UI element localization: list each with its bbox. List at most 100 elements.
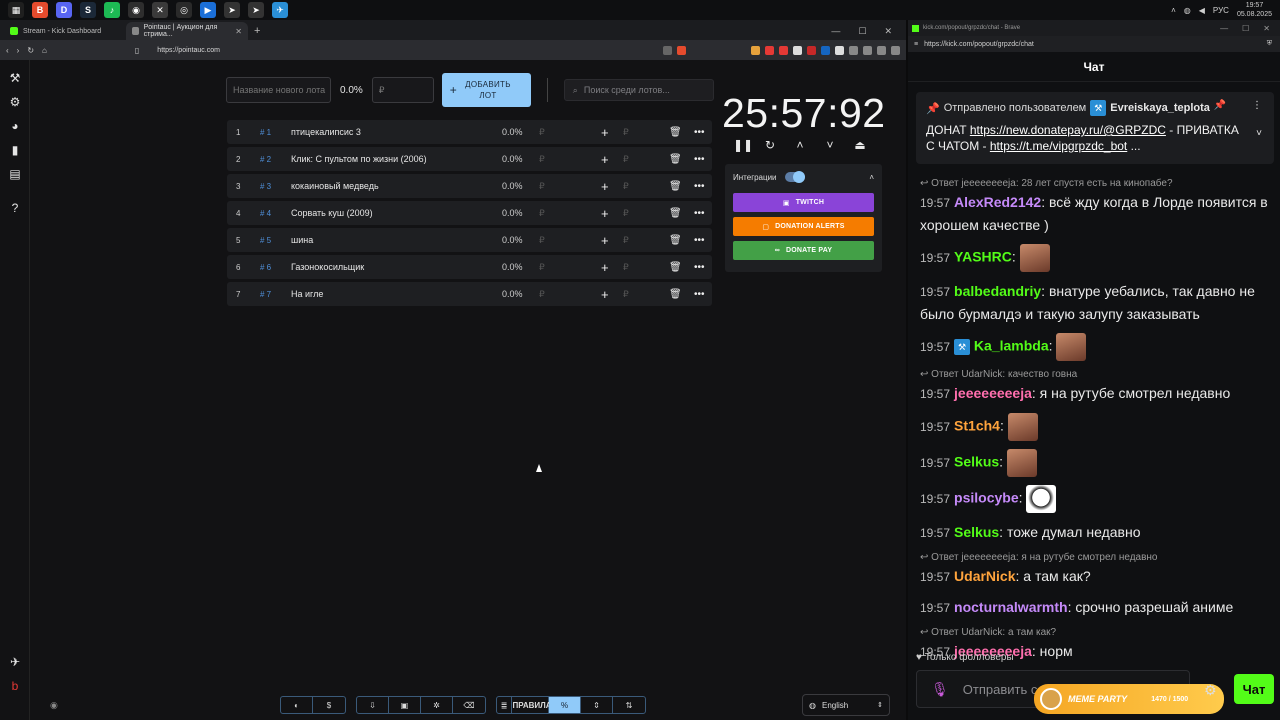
chat-settings-gear-icon[interactable]: ⚙ — [1204, 682, 1217, 699]
lot-id[interactable]: # 7 — [260, 290, 271, 299]
lot-add-amount[interactable]: ₽ — [623, 235, 629, 246]
app4-icon[interactable]: ➤ — [248, 2, 264, 18]
extension-icon[interactable] — [751, 45, 760, 55]
integrations-toggle[interactable] — [784, 171, 805, 183]
add-amount-icon[interactable]: + — [601, 260, 609, 275]
lot-row[interactable]: 1 # 1 птицекалипсис 3 0.0% ₽ + ₽ 🗑 ••• — [227, 120, 712, 144]
delete-icon[interactable]: 🗑 — [669, 154, 682, 165]
clear-icon[interactable]: ⌫ — [453, 697, 485, 713]
close-window-icon[interactable]: ✕ — [1263, 24, 1270, 33]
brave-icon[interactable]: B — [32, 2, 48, 18]
lot-row[interactable]: 3 # 3 кокаиновый медведь 0.0% ₽ + ₽ 🗑 ••… — [227, 174, 712, 198]
chevron-up-icon[interactable]: ˄ — [1171, 6, 1176, 15]
username[interactable]: YASHRC — [954, 249, 1012, 265]
chat-message[interactable]: 19:57 ⚒ Ka_lambda: — [920, 333, 1270, 361]
double-chevron-up-icon[interactable]: ⏏ — [853, 138, 867, 152]
extension-icon[interactable] — [835, 45, 844, 55]
maximize-icon[interactable]: ☐ — [1242, 24, 1249, 33]
pinned-by-user[interactable]: Evreiskaya_teplota — [1110, 102, 1210, 114]
username[interactable]: Ka_lambda — [974, 338, 1049, 354]
lot-id[interactable]: # 3 — [260, 182, 271, 191]
reset-icon[interactable]: ↻ — [763, 138, 777, 152]
more-vertical-icon[interactable]: ⋮ — [1252, 100, 1262, 111]
compact-view-icon[interactable]: ⇕ — [581, 697, 613, 713]
telegram-link[interactable]: https://t.me/vipgrpzdc_bot — [990, 139, 1127, 153]
twitch-button[interactable]: ▣ TWITCH — [733, 193, 874, 212]
app3-icon[interactable]: ➤ — [224, 2, 240, 18]
chevron-down-icon[interactable]: ˅ — [1256, 128, 1262, 139]
username[interactable]: St1ch4 — [954, 418, 1000, 434]
lot-row[interactable]: 5 # 5 шина 0.0% ₽ + ₽ 🗑 ••• — [227, 228, 712, 252]
close-tab-icon[interactable]: ✕ — [235, 27, 242, 36]
donate-pay-button[interactable]: ∞ DONATE PAY — [733, 241, 874, 260]
username[interactable]: jeeeeeeeeja — [954, 385, 1032, 401]
lot-amount[interactable]: ₽ — [539, 127, 545, 138]
site-info-icon[interactable]: ≡ — [914, 41, 918, 48]
lot-id[interactable]: # 2 — [260, 155, 271, 164]
lot-amount[interactable]: ₽ — [539, 208, 545, 219]
chat-message[interactable]: 19:57 St1ch4: — [920, 413, 1270, 441]
more-icon[interactable]: ••• — [694, 208, 705, 219]
new-tab-icon[interactable]: + — [254, 22, 260, 40]
delete-icon[interactable]: 🗑 — [669, 181, 682, 192]
telegram-icon[interactable]: ✈ — [272, 2, 288, 18]
app-icon[interactable]: ✕ — [152, 2, 168, 18]
wheel-icon[interactable]: ◕ — [7, 118, 23, 134]
delete-icon[interactable]: 🗑 — [669, 235, 682, 246]
username[interactable]: nocturnalwarmth — [954, 599, 1068, 615]
delete-icon[interactable]: 🗑 — [669, 262, 682, 273]
chat-message[interactable]: 19:57 Selkus: тоже думал недавно — [920, 521, 1270, 544]
username[interactable]: psilocybe — [954, 490, 1019, 506]
tab-kick-dashboard[interactable]: Stream - Kick Dashboard — [4, 22, 126, 40]
chat-message[interactable]: 19:57 YASHRC: — [920, 244, 1270, 272]
new-lot-amount-input[interactable] — [371, 77, 434, 103]
extension-icon[interactable] — [779, 45, 788, 55]
send-chat-button[interactable]: Чат — [1234, 674, 1274, 704]
lot-id[interactable]: # 6 — [260, 263, 271, 272]
brave-shields-icon[interactable] — [677, 45, 686, 55]
lot-name[interactable]: Сорвать куш (2009) — [291, 208, 373, 218]
obs-icon[interactable]: ◉ — [128, 2, 144, 18]
pause-icon[interactable]: ❚❚ — [733, 138, 753, 152]
meme-party-widget[interactable]: MEME PARTY 1470 / 1500 — [1034, 684, 1224, 714]
bookmark-icon[interactable]: ▯ — [135, 46, 139, 55]
telegram-icon[interactable]: ✈ — [7, 654, 23, 670]
share-icon[interactable] — [663, 45, 672, 55]
username[interactable]: AlexRed2142 — [954, 194, 1041, 210]
lot-add-amount[interactable]: ₽ — [623, 208, 629, 219]
lot-name[interactable]: Клик: С пультом по жизни (2006) — [291, 154, 427, 164]
lot-name[interactable]: птицекалипсис 3 — [291, 127, 361, 137]
minimize-icon[interactable]: — — [1220, 24, 1228, 33]
github-icon[interactable]: ◐ — [281, 697, 313, 713]
lot-id[interactable]: # 5 — [260, 236, 271, 245]
lot-amount[interactable]: ₽ — [539, 154, 545, 165]
chrome-icon[interactable]: ◎ — [176, 2, 192, 18]
add-amount-icon[interactable]: + — [601, 152, 609, 167]
lot-name[interactable]: На игле — [291, 289, 323, 299]
url-text[interactable]: https://pointauc.com — [157, 47, 220, 54]
windows-start-icon[interactable]: ▦ — [8, 2, 24, 18]
percent-toggle-button[interactable]: % — [549, 697, 581, 713]
bug-icon[interactable]: ✲ — [421, 697, 453, 713]
lot-amount[interactable]: ₽ — [539, 289, 545, 300]
more-icon[interactable]: ••• — [694, 235, 705, 246]
microphone-icon[interactable]: 🎙 — [931, 681, 949, 698]
lot-row[interactable]: 6 # 6 Газонокосильщик 0.0% ₽ + ₽ 🗑 ••• — [227, 255, 712, 279]
lot-amount[interactable]: ₽ — [539, 235, 545, 246]
network-icon[interactable]: ◍ — [1184, 6, 1191, 15]
chat-message[interactable]: ↩ Ответ jeeeeeeeeja: я на рутубе смотрел… — [920, 552, 1270, 588]
close-window-icon[interactable]: ✕ — [884, 26, 892, 37]
eye-icon[interactable]: ◉ — [50, 700, 58, 711]
discord-icon[interactable]: D — [56, 2, 72, 18]
dollar-icon[interactable]: $ — [313, 697, 345, 713]
chat-message[interactable]: 19:57 nocturnalwarmth: срочно разрешай ан… — [920, 596, 1270, 619]
lot-add-amount[interactable]: ₽ — [623, 154, 629, 165]
lot-add-amount[interactable]: ₽ — [623, 289, 629, 300]
extension-icon[interactable] — [807, 45, 816, 55]
lot-name[interactable]: шина — [291, 235, 313, 245]
help-icon[interactable]: ? — [7, 200, 23, 216]
username[interactable]: balbedandriy — [954, 283, 1041, 299]
lot-amount[interactable]: ₽ — [539, 181, 545, 192]
auction-gavel-icon[interactable]: ⚒ — [7, 70, 23, 86]
delete-icon[interactable]: 🗑 — [669, 208, 682, 219]
